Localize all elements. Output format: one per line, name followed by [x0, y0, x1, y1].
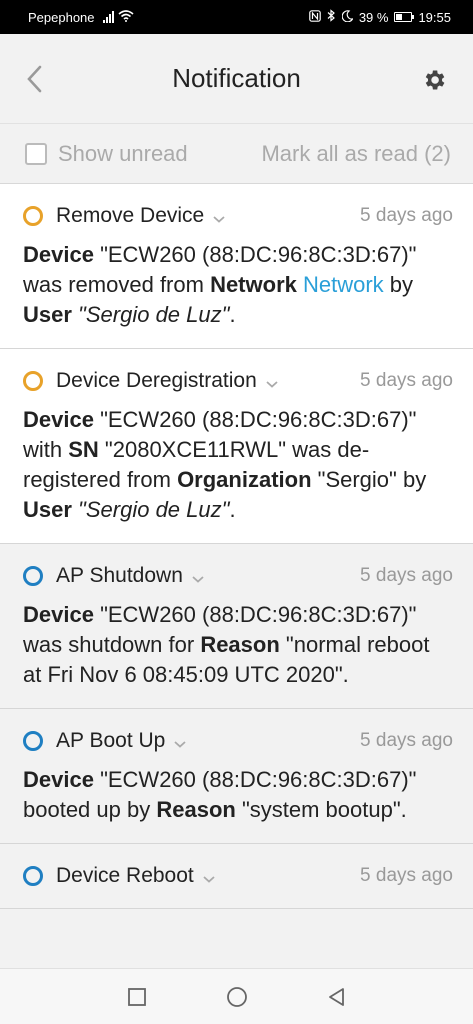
chevron-down-icon[interactable] — [212, 211, 226, 223]
body-text: Organization — [177, 467, 312, 492]
notification-title: AP Shutdown — [56, 564, 183, 587]
notification-body: Device "ECW260 (88:DC:96:8C:3D:67)" was … — [23, 600, 453, 690]
battery-percent: 39 % — [358, 9, 389, 25]
notification-body: Device "ECW260 (88:DC:96:8C:3D:67)" boot… — [23, 765, 453, 825]
body-text: "Sergio de Luz" — [78, 497, 230, 522]
app-bar: Notification — [0, 34, 473, 124]
status-dot-icon — [23, 731, 43, 751]
body-text: Reason — [156, 797, 236, 822]
page-title: Notification — [172, 63, 301, 93]
notification-title: Device Reboot — [56, 864, 194, 887]
notification-time: 5 days ago — [360, 370, 453, 391]
chevron-down-icon[interactable] — [191, 571, 205, 583]
body-text: "Sergio de Luz" — [78, 302, 230, 327]
notification-time: 5 days ago — [360, 205, 453, 226]
notification-list: Remove Device 5 days ago Device "ECW260 … — [0, 184, 473, 968]
network-link[interactable]: Network — [303, 272, 384, 297]
body-text: Reason — [200, 632, 280, 657]
body-text: by — [383, 272, 414, 297]
notification-time: 5 days ago — [360, 565, 453, 586]
body-text: "Sergio" by — [311, 467, 427, 492]
notification-title: Device Deregistration — [56, 369, 257, 392]
notification-body: Device "ECW260 (88:DC:96:8C:3D:67)" with… — [23, 405, 453, 525]
body-text: . — [229, 302, 236, 327]
body-text: User — [23, 302, 72, 327]
body-text: "system bootup". — [235, 797, 407, 822]
notification-item[interactable]: Device Deregistration 5 days ago Device … — [0, 349, 473, 544]
body-text: Device — [23, 602, 94, 627]
status-dot-icon — [23, 371, 43, 391]
signal-icon — [102, 11, 114, 23]
body-text: . — [229, 497, 236, 522]
clock: 19:55 — [418, 9, 451, 25]
status-dot-icon — [23, 566, 43, 586]
chevron-left-icon[interactable] — [22, 64, 50, 94]
body-text: User — [23, 497, 72, 522]
nfc-icon — [309, 9, 321, 25]
notification-item[interactable]: AP Shutdown 5 days ago Device "ECW260 (8… — [0, 544, 473, 709]
chevron-down-icon[interactable] — [265, 376, 279, 388]
notification-item[interactable]: AP Boot Up 5 days ago Device "ECW260 (88… — [0, 709, 473, 844]
show-unread-label[interactable]: Show unread — [58, 141, 188, 167]
gear-icon[interactable] — [421, 67, 447, 93]
body-text: SN — [68, 437, 99, 462]
status-dot-icon — [23, 206, 43, 226]
wifi-icon — [117, 9, 134, 25]
notification-item[interactable]: Remove Device 5 days ago Device "ECW260 … — [0, 184, 473, 349]
body-text: Device — [23, 242, 94, 267]
notification-title: Remove Device — [56, 204, 205, 227]
filter-bar: Show unread Mark all as read (2) — [0, 124, 473, 184]
recent-apps-icon[interactable] — [87, 969, 187, 1024]
notification-time: 5 days ago — [360, 730, 453, 751]
notification-time: 5 days ago — [360, 865, 453, 886]
bluetooth-icon — [327, 9, 336, 25]
battery-icon — [394, 12, 415, 22]
notification-body: Device "ECW260 (88:DC:96:8C:3D:67)" was … — [23, 240, 453, 330]
home-icon[interactable] — [187, 969, 287, 1024]
battery-level — [396, 14, 402, 20]
body-text: Device — [23, 407, 94, 432]
moon-icon — [341, 9, 354, 25]
back-triangle-icon[interactable] — [287, 969, 387, 1024]
notification-item[interactable]: Device Reboot 5 days ago — [0, 844, 473, 909]
system-nav-bar — [0, 968, 473, 1024]
body-text: Device — [23, 767, 94, 792]
carrier-name: Pepephone — [28, 9, 95, 25]
body-text: Network — [210, 272, 297, 297]
chevron-down-icon[interactable] — [173, 736, 187, 748]
show-unread-checkbox[interactable] — [25, 142, 47, 165]
status-bar: Pepephone 39 % 19:55 — [0, 0, 473, 34]
notification-title: AP Boot Up — [56, 729, 166, 752]
mark-all-read-button[interactable]: Mark all as read (2) — [261, 141, 451, 167]
chevron-down-icon[interactable] — [202, 871, 216, 883]
status-dot-icon — [23, 866, 43, 886]
